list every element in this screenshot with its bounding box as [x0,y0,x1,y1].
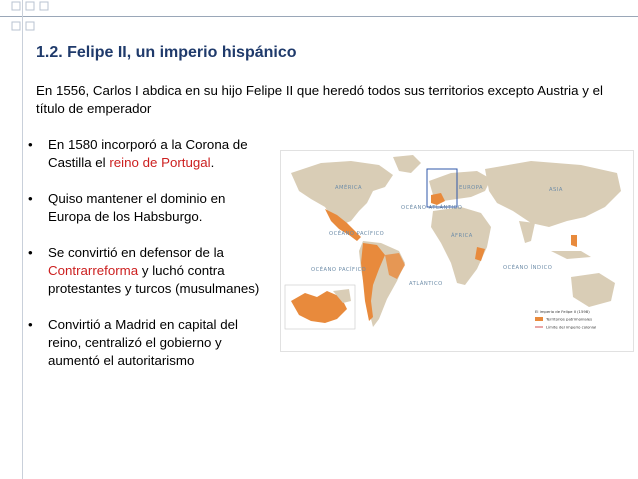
slide-title: 1.2. Felipe II, un imperio hispánico [36,44,297,61]
map-label: ATLÁNTICO [409,280,443,287]
bullet-text: . [210,155,215,170]
bullet-text: Convirtió a Madrid en capital del reino,… [48,317,238,368]
world-map-svg: OCÉANO PACÍFICO OCÉANO PACÍFICO OCÉANO A… [284,155,621,330]
legend-item: Límite del imperio colonial [546,325,596,330]
africa-shape [431,207,491,285]
bullet-icon: • [28,191,33,206]
bullet-highlight: reino de Portugal [109,155,211,170]
map-label: ÁFRICA [451,232,473,239]
intro-text: En 1556, Carlos I abdica en su hijo Feli… [36,83,603,116]
map-label: AMÉRICA [335,183,362,191]
bullet-list: • En 1580 incorporó a la Corona de Casti… [26,136,266,388]
bullet-highlight: Contrarreforma [48,263,139,278]
corner-decoration [11,1,49,31]
bullet-text: Quiso mantener el dominio en Europa de l… [48,191,226,224]
map-legend: El imperio de Felipe II (1598) Territori… [535,309,596,330]
north-america-shape [291,161,393,225]
bullet-item: • Se convirtió en defensor de la Contrar… [26,244,266,298]
top-rule [0,16,638,17]
bullet-icon: • [28,245,33,260]
philippines-shape [571,235,577,247]
greenland-shape [393,155,421,173]
bullet-text: Se convirtió en defensor de la [48,245,224,260]
bullet-item: • En 1580 incorporó a la Corona de Casti… [26,136,266,172]
map-label: OCÉANO PACÍFICO [311,265,366,273]
map-label: OCÉANO ATLÁNTICO [401,203,462,211]
world-map: OCÉANO PACÍFICO OCÉANO PACÍFICO OCÉANO A… [280,150,634,352]
indonesia-shape [551,251,591,259]
legend-swatch-empire [535,317,543,321]
india-shape [519,221,535,243]
bullet-icon: • [28,137,33,152]
legend-item: Territorios patrimoniales [545,317,592,322]
bullet-icon: • [28,317,33,332]
map-label: ASIA [549,187,563,193]
bullet-item: • Convirtió a Madrid en capital del rein… [26,316,266,370]
bullet-item: • Quiso mantener el dominio en Europa de… [26,190,266,226]
legend-title: El imperio de Felipe II (1598) [535,309,590,314]
asia-shape [485,161,621,227]
map-label: OCÉANO ÍNDICO [503,263,552,271]
map-label: OCÉANO PACÍFICO [329,229,384,237]
australia-shape [571,273,615,307]
left-rule [22,0,23,479]
map-label: EUROPA [459,185,483,191]
